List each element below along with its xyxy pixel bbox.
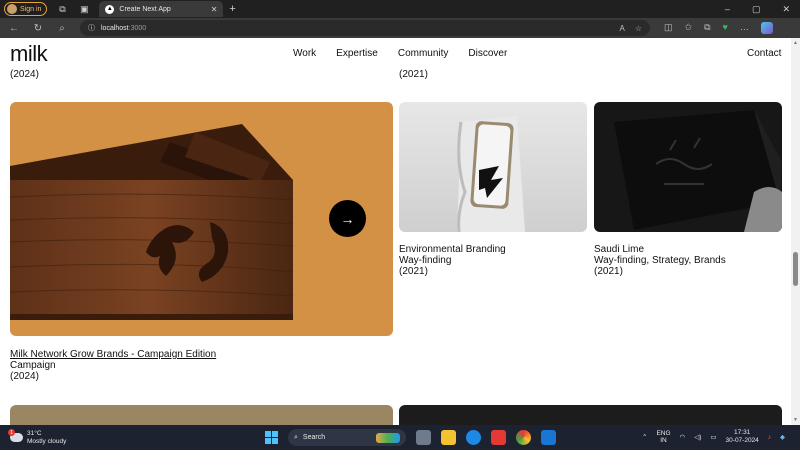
- black-box-illustration: [614, 110, 782, 232]
- nav-contact[interactable]: Contact: [747, 48, 781, 59]
- sign-in-label: Sign in: [20, 5, 42, 13]
- browser-tab[interactable]: ▲ Create Next App ✕: [99, 1, 224, 17]
- language-code: ENG: [656, 430, 671, 437]
- taskbar-search[interactable]: ⌕ Search: [288, 429, 406, 446]
- copilot-icon[interactable]: [760, 22, 773, 34]
- saudi-project-year: (2021): [594, 266, 623, 277]
- close-tab-icon[interactable]: ✕: [211, 5, 218, 14]
- featured-project-title[interactable]: Milk Network Grow Brands - Campaign Edit…: [10, 349, 216, 360]
- page-scrollbar[interactable]: ▲ ▼: [791, 38, 800, 425]
- weather-widget[interactable]: 1 31°C Mostly cloudy: [8, 429, 67, 446]
- environmental-project-title[interactable]: Environmental Branding: [399, 244, 506, 255]
- featured-project-image[interactable]: →: [10, 102, 393, 336]
- url-field[interactable]: ⓘ localhost:3000 A ☆: [80, 20, 650, 36]
- next-project-image-left[interactable]: [10, 405, 393, 425]
- search-icon[interactable]: ⌕: [52, 23, 72, 34]
- web-page: milk Work Expertise Community Discover C…: [0, 38, 791, 425]
- scroll-down-icon[interactable]: ▼: [793, 417, 798, 423]
- taskbar-apps: ⌕ Search: [265, 429, 556, 446]
- minimize-icon[interactable]: –: [725, 4, 730, 15]
- taskbar-search-label: Search: [302, 434, 326, 441]
- favorites-icon[interactable]: ✩: [685, 22, 693, 34]
- environmental-project-category: Way-finding: [399, 255, 452, 266]
- chrome-icon[interactable]: [516, 430, 531, 445]
- edge-browser-icon[interactable]: [466, 430, 481, 445]
- saudi-project-title[interactable]: Saudi Lime: [594, 244, 644, 255]
- close-window-icon[interactable]: ✕: [782, 4, 790, 15]
- system-tray: ⌃ ENG IN ◠ ◁) ▭ 17:31 30-07-2024 ♪ ◆: [642, 429, 785, 445]
- address-toolbar: ← ↻ ⌕ ⓘ localhost:3000 A ☆ ◫ ✩ ⧉ ♥ …: [0, 18, 800, 38]
- window-controls: – ▢ ✕: [725, 4, 800, 15]
- more-icon[interactable]: …: [740, 22, 749, 34]
- taskbar-search-icon: ⌕: [294, 433, 298, 441]
- site-logo[interactable]: milk: [10, 41, 48, 67]
- battery-icon[interactable]: ▭: [710, 433, 716, 441]
- url-host: localhost: [101, 24, 129, 32]
- youtube-icon[interactable]: [491, 430, 506, 445]
- read-aloud-icon[interactable]: A: [619, 24, 624, 33]
- task-view-icon[interactable]: [416, 430, 431, 445]
- clock-time: 17:31: [734, 429, 751, 436]
- clock-date: 30-07-2024: [725, 437, 759, 444]
- tab-actions-icon[interactable]: ▣: [77, 2, 91, 16]
- sign-in-button[interactable]: Sign in: [4, 2, 48, 16]
- region-code: IN: [660, 437, 667, 444]
- browser-tab-bar: Sign in ⧉ ▣ ▲ Create Next App ✕ + – ▢ ✕: [0, 0, 800, 18]
- environmental-project-image[interactable]: [399, 102, 587, 232]
- scrollbar-thumb[interactable]: [793, 252, 798, 286]
- language-indicator[interactable]: ENG IN: [656, 430, 670, 444]
- weather-badge: 1: [8, 429, 15, 436]
- saudi-project-category: Way-finding, Strategy, Brands: [594, 255, 726, 266]
- nav-work[interactable]: Work: [293, 48, 316, 59]
- windows-taskbar: 1 31°C Mostly cloudy ⌕ Search ⌃ ENG IN ◠…: [0, 425, 800, 450]
- split-screen-icon[interactable]: ◫: [664, 22, 673, 34]
- url-port: :3000: [128, 24, 147, 32]
- cloud-icon: 1: [8, 429, 23, 442]
- file-explorer-icon[interactable]: [441, 430, 456, 445]
- phone-on-stone-illustration: [457, 116, 525, 232]
- back-icon[interactable]: ←: [4, 23, 24, 34]
- collections-icon[interactable]: ⧉: [704, 22, 710, 34]
- start-button[interactable]: [265, 431, 278, 444]
- tray-expand-icon[interactable]: ⌃: [642, 433, 647, 441]
- refresh-icon[interactable]: ↻: [28, 23, 48, 34]
- weather-desc: Mostly cloudy: [27, 437, 67, 445]
- environmental-project-year: (2021): [399, 266, 428, 277]
- notification-bell-icon[interactable]: ♪: [768, 434, 771, 441]
- prev-project-year-left: (2024): [10, 69, 39, 80]
- new-tab-icon[interactable]: +: [229, 3, 235, 15]
- extensions-area: ◫ ✩ ⧉ ♥ …: [664, 22, 773, 34]
- next-arrow-button[interactable]: →: [329, 200, 366, 237]
- copilot-taskbar-icon[interactable]: ◆: [780, 433, 785, 441]
- favorite-star-icon[interactable]: ☆: [635, 24, 642, 33]
- prev-project-year-right: (2021): [399, 69, 428, 80]
- main-nav: Work Expertise Community Discover: [293, 48, 507, 59]
- profile-avatar-icon: [7, 4, 17, 14]
- weather-temp: 31°C: [27, 429, 42, 437]
- scroll-up-icon[interactable]: ▲: [793, 40, 798, 46]
- nav-discover[interactable]: Discover: [468, 48, 507, 59]
- maximize-icon[interactable]: ▢: [752, 4, 761, 15]
- wifi-icon[interactable]: ◠: [680, 433, 686, 441]
- volume-icon[interactable]: ◁): [694, 433, 701, 441]
- saudi-lime-project-image[interactable]: [594, 102, 782, 232]
- search-highlight-icon: [376, 432, 400, 443]
- workspaces-icon[interactable]: ⧉: [55, 2, 69, 16]
- vscode-icon[interactable]: [541, 430, 556, 445]
- browser-essentials-icon[interactable]: ♥: [723, 22, 728, 34]
- tab-title: Create Next App: [119, 5, 171, 13]
- next-project-image-right[interactable]: [399, 405, 782, 425]
- featured-project-year: (2024): [10, 371, 39, 382]
- nextjs-favicon-icon: ▲: [105, 4, 115, 14]
- info-icon[interactable]: ⓘ: [88, 23, 95, 33]
- featured-project-category: Campaign: [10, 360, 56, 371]
- nav-expertise[interactable]: Expertise: [336, 48, 378, 59]
- clock[interactable]: 17:31 30-07-2024: [726, 429, 759, 445]
- nav-community[interactable]: Community: [398, 48, 449, 59]
